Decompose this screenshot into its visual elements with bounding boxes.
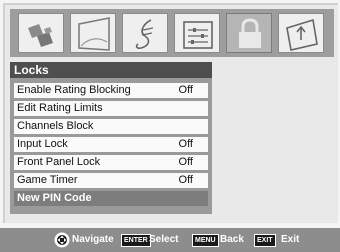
menu-title: Locks <box>10 62 212 78</box>
item-label: New PIN Code <box>17 192 92 204</box>
item-label: Edit Rating Limits <box>17 102 103 114</box>
menu-item-channels-block[interactable]: Channels Block <box>14 119 208 134</box>
navigation-pad-icon <box>54 232 70 248</box>
setup-icon[interactable] <box>174 13 220 53</box>
locks-menu-panel: Locks Enable Rating Blocking Off Edit Ra… <box>10 62 212 214</box>
item-value: Off <box>178 156 193 168</box>
tv-menu-screen: Locks Enable Rating Blocking Off Edit Ra… <box>0 0 340 252</box>
item-label: Input Lock <box>17 138 68 150</box>
item-label: Game Timer <box>17 174 78 186</box>
item-label: Enable Rating Blocking <box>17 84 131 96</box>
item-value: Off <box>178 84 193 96</box>
select-hint: Select <box>149 234 179 245</box>
category-icon-bar <box>10 9 334 57</box>
navigate-hint: Navigate <box>72 234 114 245</box>
menu-item-game-timer[interactable]: Game Timer Off <box>14 173 208 188</box>
item-label: Channels Block <box>17 120 94 132</box>
picture-icon[interactable] <box>18 13 64 53</box>
menu-item-new-pin-code[interactable]: New PIN Code <box>14 191 208 206</box>
button-hint-bar: Navigate ENTER Select MENU Back EXIT Exi… <box>0 228 340 252</box>
item-value: Off <box>178 138 193 150</box>
menu-item-input-lock[interactable]: Input Lock Off <box>14 137 208 152</box>
enter-key-icon: ENTER <box>121 234 151 247</box>
item-label: Front Panel Lock <box>17 156 101 168</box>
applications-icon[interactable] <box>278 13 324 53</box>
menu-key-icon: MENU <box>192 234 219 247</box>
back-hint: Back <box>220 234 244 245</box>
exit-hint: Exit <box>281 234 300 245</box>
menu-item-enable-rating-blocking[interactable]: Enable Rating Blocking Off <box>14 83 208 98</box>
lock-icon[interactable] <box>226 13 272 53</box>
exit-key-icon: EXIT <box>254 234 276 247</box>
menu-item-edit-rating-limits[interactable]: Edit Rating Limits <box>14 101 208 116</box>
music-note-icon[interactable] <box>122 13 168 53</box>
item-value: Off <box>178 174 193 186</box>
menu-item-front-panel-lock[interactable]: Front Panel Lock Off <box>14 155 208 170</box>
sound-icon[interactable] <box>70 13 116 53</box>
